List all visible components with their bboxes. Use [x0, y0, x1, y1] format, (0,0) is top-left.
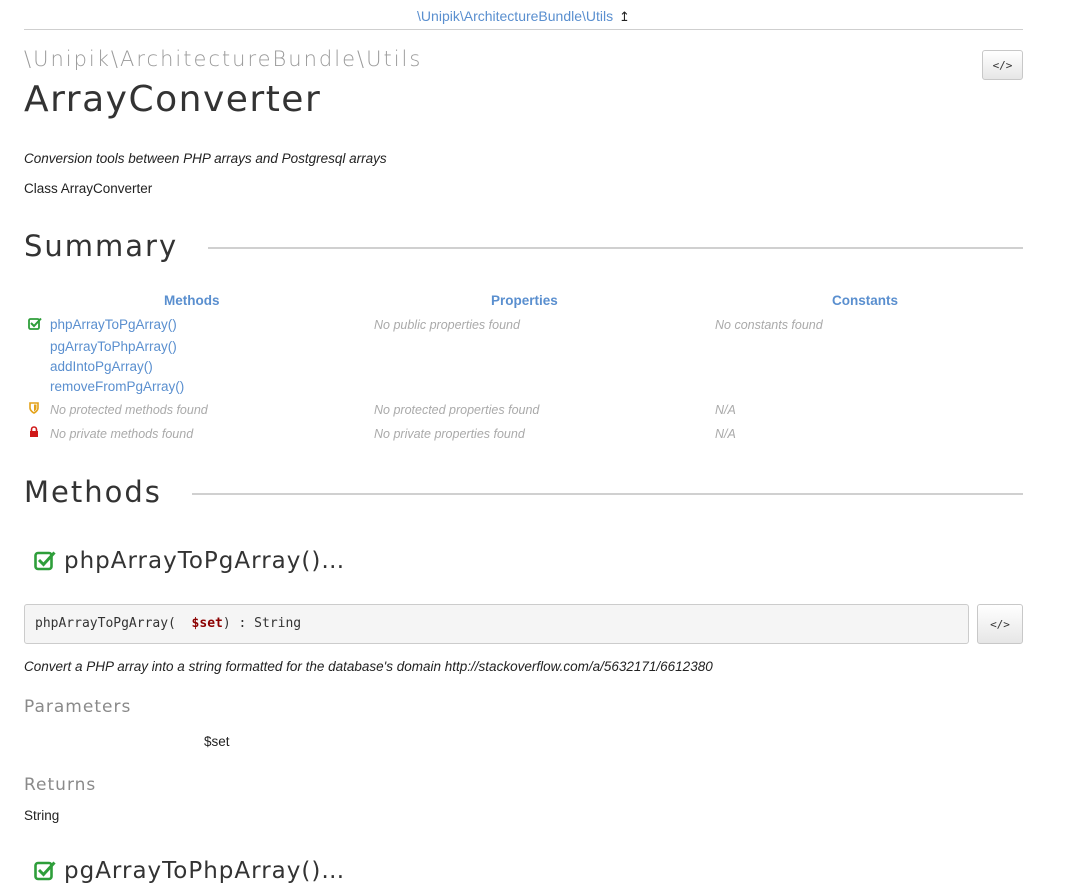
protected-properties-empty: No protected properties found [374, 403, 540, 417]
lock-icon [30, 426, 38, 437]
methods-rule [191, 493, 1023, 495]
methods-heading: Methods [24, 475, 1023, 509]
method-description: Convert a PHP array into a string format… [24, 659, 713, 674]
method-heading: pgArrayToPhpArray()… [34, 858, 345, 884]
class-line: Class ArrayConverter [24, 181, 153, 196]
method-title: phpArrayToPgArray()… [64, 548, 346, 574]
private-constants-na: N/A [715, 427, 736, 441]
arrow-up-icon[interactable]: ↥ [619, 9, 630, 24]
parameter-name: $set [204, 734, 230, 749]
shield-icon [29, 402, 39, 414]
private-properties-empty: No private properties found [374, 427, 525, 441]
code-icon: </> [990, 617, 1010, 631]
check-square-icon [34, 861, 56, 881]
check-square-icon [28, 317, 42, 330]
method-signature: phpArrayToPgArray( $set) : String [24, 604, 969, 644]
signature-suffix: ) : String [222, 616, 302, 631]
summary-method-link[interactable]: addIntoPgArray() [50, 359, 153, 374]
summary-heading: Summary [24, 229, 1023, 263]
breadcrumb-bar: \Unipik\ArchitectureBundle\Utils ↥ [24, 0, 1023, 30]
parameters-heading: Parameters [24, 697, 132, 717]
return-type: String [24, 808, 60, 823]
breadcrumb-namespace-link[interactable]: \Unipik\ArchitectureBundle\Utils [417, 8, 613, 24]
summary-method-link[interactable]: phpArrayToPgArray() [50, 317, 177, 332]
methods-column-header: Methods [164, 293, 220, 308]
code-icon: </> [992, 58, 1013, 72]
view-method-source-button[interactable]: </> [977, 604, 1023, 644]
class-description: Conversion tools between PHP arrays and … [24, 151, 387, 166]
signature-prefix: phpArrayToPgArray( [35, 616, 176, 631]
signature-param: $set [191, 616, 223, 631]
summary-method-link[interactable]: pgArrayToPhpArray() [50, 339, 177, 354]
method-title: pgArrayToPhpArray()… [64, 858, 346, 884]
private-methods-empty: No private methods found [50, 427, 194, 441]
summary-rule [208, 247, 1023, 249]
check-square-icon [34, 551, 56, 571]
method-heading: phpArrayToPgArray()… [34, 548, 345, 574]
constants-empty: No constants found [715, 318, 823, 332]
protected-constants-na: N/A [715, 403, 736, 417]
summary-title: Summary [24, 229, 179, 263]
methods-title: Methods [24, 475, 162, 509]
summary-method-link[interactable]: removeFromPgArray() [50, 379, 184, 394]
returns-heading: Returns [24, 775, 97, 795]
class-title: ArrayConverter [24, 79, 322, 120]
public-properties-empty: No public properties found [374, 318, 520, 332]
namespace-heading: \Unipik\ArchitectureBundle\Utils [24, 47, 423, 71]
view-source-button[interactable]: </> [982, 50, 1023, 80]
constants-column-header: Constants [832, 293, 899, 308]
protected-methods-empty: No protected methods found [50, 403, 208, 417]
properties-column-header: Properties [491, 293, 558, 308]
